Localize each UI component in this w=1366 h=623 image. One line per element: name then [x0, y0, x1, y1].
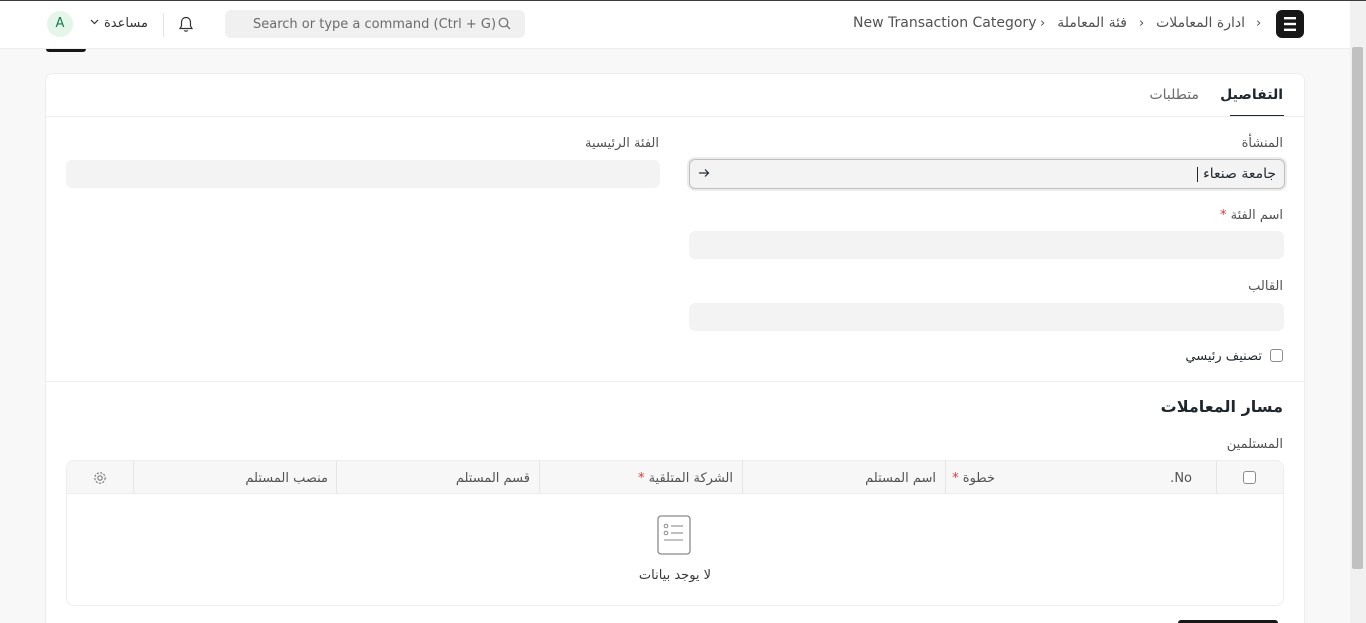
search-bar[interactable]: Search or type a command (Ctrl + G): [225, 10, 525, 38]
arrow-right-icon[interactable]: [698, 168, 710, 178]
tabs-divider: [46, 116, 1304, 117]
column-header-recipient-position[interactable]: منصب المستلم: [245, 471, 328, 486]
is-group-checkbox[interactable]: [1270, 349, 1283, 362]
breadcrumb-item-transactions[interactable]: ادارة المعاملات: [1156, 15, 1245, 31]
column-divider: [539, 461, 540, 494]
category-name-field[interactable]: [689, 231, 1284, 259]
search-icon: [498, 17, 511, 30]
breadcrumb-chevron-icon: ›: [1139, 16, 1145, 31]
column-header-no: No.: [1170, 471, 1192, 486]
breadcrumb-item-transaction-category[interactable]: فئة المعاملة: [1057, 15, 1127, 31]
required-indicator: *: [952, 471, 959, 486]
parent-category-label: الفئة الرئيسية: [585, 136, 659, 151]
gear-icon[interactable]: [93, 471, 107, 485]
scrollbar-thumb[interactable]: [1352, 47, 1363, 569]
section-divider: [46, 381, 1304, 382]
company-field-value: جامعة صنعاء: [1203, 166, 1276, 182]
breadcrumb-chevron-icon: ›: [1040, 16, 1046, 31]
company-label: المنشأة: [1241, 136, 1283, 151]
column-header-receiving-company[interactable]: الشركة المتلقية *: [638, 471, 733, 486]
breadcrumb-item-current: New Transaction Category: [853, 15, 1037, 31]
user-avatar[interactable]: A: [47, 11, 73, 37]
template-label: القالب: [1248, 279, 1283, 294]
help-menu[interactable]: مساعدة: [104, 16, 148, 31]
column-header-step-text: خطوة: [962, 471, 995, 486]
parent-category-field[interactable]: [66, 160, 660, 188]
column-divider: [336, 461, 337, 494]
logo-e-icon: [1284, 17, 1296, 31]
text-cursor: [1197, 167, 1198, 182]
navbar: [0, 1, 1350, 49]
recipients-label: المستلمين: [1226, 437, 1283, 452]
chevron-down-icon: [90, 19, 99, 25]
required-indicator: *: [637, 471, 645, 486]
template-field[interactable]: [689, 303, 1284, 331]
column-header-recipient-name[interactable]: اسم المستلم: [865, 471, 936, 486]
app-logo[interactable]: [1276, 10, 1304, 38]
table-header: No. خطوة * اسم المستلم الشركة المتلقية *…: [67, 461, 1283, 494]
column-divider: [742, 461, 743, 494]
navbar-divider: [163, 13, 164, 37]
column-header-step[interactable]: خطوة *: [952, 471, 995, 486]
column-header-recipient-department[interactable]: قسم المستلم: [456, 471, 530, 486]
category-name-label: اسم الفئة *: [1220, 208, 1283, 223]
notification-bell-icon[interactable]: [178, 16, 194, 33]
tab-details[interactable]: التفاصيل: [1220, 87, 1283, 103]
tab-requirements[interactable]: متطلبات: [1149, 87, 1199, 103]
is-group-label[interactable]: تصنيف رئيسي: [1185, 349, 1262, 364]
breadcrumb-chevron-icon: ›: [1256, 16, 1262, 31]
column-divider: [1216, 461, 1217, 494]
workflow-section-title[interactable]: مسار المعاملات: [1161, 397, 1283, 416]
recipients-table: No. خطوة * اسم المستلم الشركة المتلقية *…: [66, 460, 1284, 606]
select-all-checkbox[interactable]: [1243, 471, 1256, 484]
search-placeholder: Search or type a command (Ctrl + G): [253, 17, 497, 32]
column-divider: [133, 461, 134, 494]
empty-list-icon: [657, 515, 691, 555]
empty-state-text: لا يوجد بيانات: [638, 568, 712, 583]
category-name-label-text: اسم الفئة: [1230, 208, 1283, 223]
required-indicator: *: [1220, 208, 1227, 223]
column-divider: [945, 461, 946, 494]
company-field[interactable]: جامعة صنعاء: [689, 159, 1285, 189]
column-header-receiving-company-text: الشركة المتلقية: [648, 471, 733, 486]
page-action-button-edge: [46, 49, 86, 52]
